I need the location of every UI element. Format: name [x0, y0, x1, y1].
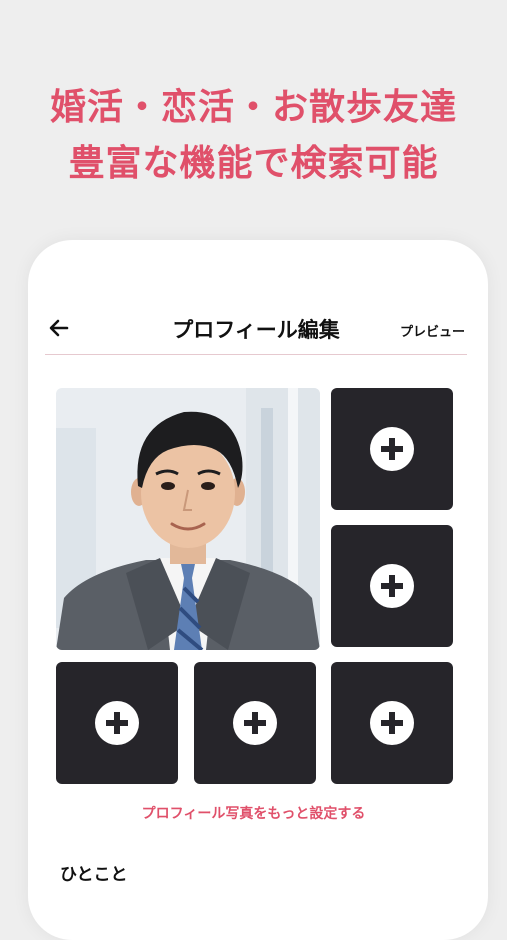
plus-circle-icon	[233, 701, 277, 745]
add-photo-slot-6[interactable]	[331, 662, 453, 784]
add-photo-slot-2[interactable]	[331, 388, 453, 510]
add-photo-slot-4[interactable]	[56, 662, 178, 784]
add-photo-slot-3[interactable]	[331, 525, 453, 647]
section-heading-hitokoto: ひとこと	[60, 865, 128, 885]
preview-button[interactable]: プレビュー	[400, 321, 465, 340]
plus-circle-icon	[370, 427, 414, 471]
promo-headline-line2: 豊富な機能で検索可能	[68, 143, 439, 184]
promo-headline-line1: 婚活・恋活・お散歩友達	[49, 87, 457, 128]
nav-bar: プロフィール編集 プレビュー	[45, 312, 467, 355]
add-photo-slot-5[interactable]	[194, 662, 316, 784]
plus-circle-icon	[95, 701, 139, 745]
more-photos-link[interactable]: プロフィール写真をもっと設定する	[0, 803, 507, 823]
profile-photo-image	[56, 388, 320, 650]
profile-photo-main[interactable]	[56, 388, 320, 650]
plus-circle-icon	[370, 701, 414, 745]
plus-circle-icon	[370, 564, 414, 608]
